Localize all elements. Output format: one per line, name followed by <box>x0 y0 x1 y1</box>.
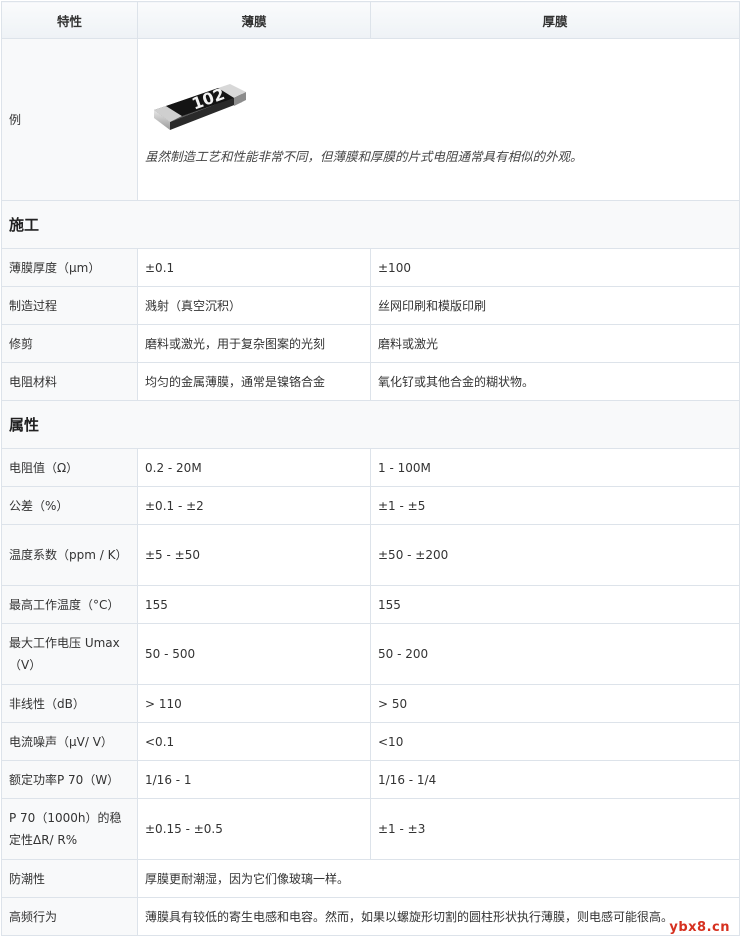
row-label: 薄膜厚度（μm） <box>1 248 138 287</box>
row-thin-film-value: 溅射（真空沉积） <box>137 286 371 325</box>
row-thick-film-value: ±50 - ±200 <box>370 524 740 586</box>
row-thin-film-value: <0.1 <box>137 722 371 761</box>
table-body: 例 102 虽然制造工艺和性能非常不同，但薄膜和厚膜的片式电阻通常具有相似的外观… <box>1 38 740 936</box>
row-thick-film-value: ±1 - ±5 <box>370 486 740 525</box>
row-thick-film-value: 丝网印刷和模版印刷 <box>370 286 740 325</box>
row-thick-film-value: 磨料或激光 <box>370 324 740 363</box>
row-label: 电阻值（Ω） <box>1 448 138 487</box>
example-label: 例 <box>1 38 138 201</box>
row-thin-film-value: 155 <box>137 585 371 624</box>
section-title: 施工 <box>1 200 740 249</box>
table-row: 最高工作温度（°C） 155 155 <box>1 585 740 624</box>
table-row: P 70（1000h）的稳定性ΔR/ R% ±0.15 - ±0.5 ±1 - ±3 <box>1 798 740 860</box>
example-caption: 虽然制造工艺和性能非常不同，但薄膜和厚膜的片式电阻通常具有相似的外观。 <box>145 149 583 164</box>
table-row: 电阻材料 均匀的金属薄膜，通常是镍铬合金 氧化钌或其他合金的糊状物。 <box>1 362 740 401</box>
row-label: 防潮性 <box>1 859 138 898</box>
row-merged-value: 厚膜更耐潮湿，因为它们像玻璃一样。 <box>137 859 740 898</box>
resistor-chip-image: 102 <box>148 74 258 136</box>
table-row: 防潮性 厚膜更耐潮湿，因为它们像玻璃一样。 <box>1 859 740 898</box>
watermark: ybx8.cn <box>669 920 730 935</box>
section-title: 属性 <box>1 400 740 449</box>
table-row: 电阻值（Ω） 0.2 - 20M 1 - 100M <box>1 448 740 487</box>
table-row: 公差（%） ±0.1 - ±2 ±1 - ±5 <box>1 486 740 525</box>
row-thin-film-value: ±5 - ±50 <box>137 524 371 586</box>
row-label: 公差（%） <box>1 486 138 525</box>
section-row: 施工 <box>1 200 740 249</box>
row-thin-film-value: 磨料或激光，用于复杂图案的光刻 <box>137 324 371 363</box>
row-thick-film-value: 1/16 - 1/4 <box>370 760 740 799</box>
table-row: 非线性（dB） > 110 > 50 <box>1 684 740 723</box>
section-row: 属性 <box>1 400 740 449</box>
row-label: 最大工作电压 Umax（V） <box>1 623 138 685</box>
header-thin-film: 薄膜 <box>137 1 371 39</box>
row-thick-film-value: 氧化钌或其他合金的糊状物。 <box>370 362 740 401</box>
header-row: 特性 薄膜 厚膜 <box>1 1 740 39</box>
row-label: 温度系数（ppm / K） <box>1 524 138 586</box>
row-thin-film-value: ±0.1 - ±2 <box>137 486 371 525</box>
row-merged-value: 薄膜具有较低的寄生电感和电容。然而，如果以螺旋形切割的圆柱形状执行薄膜，则电感可… <box>137 897 740 936</box>
table-row: 温度系数（ppm / K） ±5 - ±50 ±50 - ±200 <box>1 524 740 586</box>
table-row: 高频行为 薄膜具有较低的寄生电感和电容。然而，如果以螺旋形切割的圆柱形状执行薄膜，… <box>1 897 740 936</box>
header-property: 特性 <box>1 1 138 39</box>
row-thin-film-value: 1/16 - 1 <box>137 760 371 799</box>
row-label: 修剪 <box>1 324 138 363</box>
row-thick-film-value: > 50 <box>370 684 740 723</box>
row-thin-film-value: 均匀的金属薄膜，通常是镍铬合金 <box>137 362 371 401</box>
table-row: 薄膜厚度（μm） ±0.1 ±100 <box>1 248 740 287</box>
row-label: 制造过程 <box>1 286 138 325</box>
row-thick-film-value: ±100 <box>370 248 740 287</box>
table-row: 制造过程 溅射（真空沉积） 丝网印刷和模版印刷 <box>1 286 740 325</box>
row-label: 额定功率P 70（W） <box>1 760 138 799</box>
row-label: 非线性（dB） <box>1 684 138 723</box>
table-row: 额定功率P 70（W） 1/16 - 1 1/16 - 1/4 <box>1 760 740 799</box>
row-label: 最高工作温度（°C） <box>1 585 138 624</box>
header-thick-film: 厚膜 <box>370 1 740 39</box>
table-row: 修剪 磨料或激光，用于复杂图案的光刻 磨料或激光 <box>1 324 740 363</box>
row-thick-film-value: ±1 - ±3 <box>370 798 740 860</box>
table-row: 最大工作电压 Umax（V） 50 - 500 50 - 200 <box>1 623 740 685</box>
row-thin-film-value: 50 - 500 <box>137 623 371 685</box>
row-thin-film-value: > 110 <box>137 684 371 723</box>
row-thick-film-value: <10 <box>370 722 740 761</box>
row-label: P 70（1000h）的稳定性ΔR/ R% <box>1 798 138 860</box>
row-thick-film-value: 50 - 200 <box>370 623 740 685</box>
row-label: 电阻材料 <box>1 362 138 401</box>
row-thick-film-value: 1 - 100M <box>370 448 740 487</box>
row-label: 高频行为 <box>1 897 138 936</box>
row-label: 电流噪声（μV/ V） <box>1 722 138 761</box>
row-thin-film-value: 0.2 - 20M <box>137 448 371 487</box>
table-row: 电流噪声（μV/ V） <0.1 <10 <box>1 722 740 761</box>
example-cell: 102 虽然制造工艺和性能非常不同，但薄膜和厚膜的片式电阻通常具有相似的外观。 <box>137 38 740 201</box>
example-row: 例 102 虽然制造工艺和性能非常不同，但薄膜和厚膜的片式电阻通常具有相似的外观… <box>1 38 740 201</box>
row-thick-film-value: 155 <box>370 585 740 624</box>
comparison-table: 特性 薄膜 厚膜 例 102 虽然制造工艺和性能非常不同，但薄膜和厚膜的片式电阻… <box>1 1 740 936</box>
row-thin-film-value: ±0.1 <box>137 248 371 287</box>
row-thin-film-value: ±0.15 - ±0.5 <box>137 798 371 860</box>
